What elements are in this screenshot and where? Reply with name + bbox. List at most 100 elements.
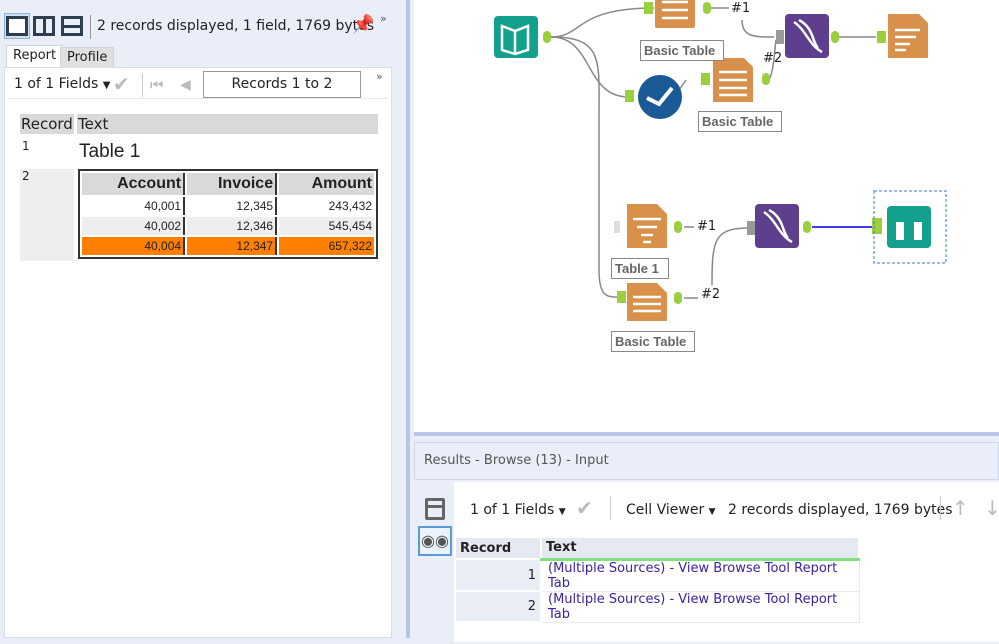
connection-label: #2 xyxy=(763,51,783,66)
multi-input-anchor[interactable] xyxy=(747,221,755,235)
first-record-icon[interactable]: ⏮ xyxy=(150,76,164,94)
connection-label: #1 xyxy=(731,1,751,16)
cell-viewer-label: Cell Viewer xyxy=(626,502,705,518)
divider xyxy=(142,73,143,97)
tab-report[interactable]: Report xyxy=(6,45,64,67)
table-row-highlighted: 40,004 12,347 657,322 xyxy=(82,237,374,255)
cell: 545,454 xyxy=(279,217,374,235)
browse-panel: 2 records displayed, 1 field, 1769 bytes… xyxy=(0,0,392,638)
header-account: Account xyxy=(82,173,186,195)
output-anchor[interactable] xyxy=(674,221,682,233)
single-view-button[interactable] xyxy=(4,13,30,39)
multi-input-anchor[interactable] xyxy=(776,30,784,44)
select-tool[interactable] xyxy=(638,75,682,119)
record-cell: 2 xyxy=(20,169,74,261)
cell-link[interactable]: (Multiple Sources) - View Browse Tool Re… xyxy=(548,592,837,622)
tool-label[interactable]: Basic Table xyxy=(611,331,695,352)
report-table: Account Invoice Amount 40,001 12,345 243… xyxy=(78,169,378,259)
pin-icon[interactable]: 📌 xyxy=(352,14,374,35)
record-number: 1 xyxy=(22,139,30,153)
column-header-text: Text xyxy=(77,114,378,134)
results-fields-selector[interactable]: 1 of 1 Fields ▼ xyxy=(470,502,566,518)
split-horizontal-icon xyxy=(64,25,80,28)
record-number: 1 xyxy=(454,558,542,592)
output-anchor[interactable] xyxy=(543,31,551,43)
table-row: 40,001 12,345 243,432 xyxy=(82,197,374,215)
record-number: 2 xyxy=(22,169,30,183)
cell: 40,001 xyxy=(82,197,186,215)
results-side-toolbar: ◉◉ xyxy=(418,484,452,644)
table-header-row: Account Invoice Amount xyxy=(82,173,374,195)
basic-table-tool[interactable] xyxy=(627,283,667,321)
header-amount: Amount xyxy=(279,173,374,195)
column-header-record[interactable]: Record xyxy=(454,536,542,560)
input-anchor[interactable] xyxy=(877,31,886,43)
divider xyxy=(8,98,388,99)
dropdown-arrow-icon: ▼ xyxy=(708,507,716,517)
fields-selector[interactable]: 1 of 1 Fields ▼ xyxy=(14,76,110,92)
status-text: 2 records displayed, 1 field, 1769 bytes xyxy=(97,18,375,34)
sort-down-icon[interactable]: ↓ xyxy=(984,496,999,520)
cell: 243,432 xyxy=(279,197,374,215)
split-vertical-icon xyxy=(43,19,46,33)
single-pane-icon xyxy=(6,16,28,36)
table-row[interactable]: 2 (Multiple Sources) - View Browse Tool … xyxy=(454,590,860,623)
output-anchor[interactable] xyxy=(803,221,811,233)
apply-check-icon[interactable]: ✔ xyxy=(113,72,130,96)
tool-label[interactable]: Table 1 xyxy=(611,258,669,279)
connection xyxy=(741,19,775,38)
split-horizontal-button[interactable] xyxy=(33,16,55,36)
header-invoice: Invoice xyxy=(187,173,278,195)
output-anchor[interactable] xyxy=(831,31,839,43)
dropdown-arrow-icon: ▼ xyxy=(102,80,111,91)
tool-label[interactable]: Basic Table xyxy=(640,40,724,61)
tab-profile[interactable]: Profile xyxy=(60,47,115,69)
output-anchor[interactable] xyxy=(762,73,770,85)
browse-tool[interactable] xyxy=(887,206,931,248)
records-range: Records 1 to 2 xyxy=(203,71,361,98)
input-anchor[interactable] xyxy=(625,90,634,102)
split-vertical-button[interactable] xyxy=(61,16,83,36)
connection xyxy=(550,7,655,38)
results-title-bar: Results - Browse (13) - Input xyxy=(414,442,999,480)
column-header-record: Record xyxy=(20,114,74,134)
connection-label: #2 xyxy=(701,287,721,302)
cell-link[interactable]: (Multiple Sources) - View Browse Tool Re… xyxy=(548,561,837,591)
connection-label: #1 xyxy=(697,219,717,234)
input-anchor[interactable] xyxy=(644,2,653,14)
fields-selector-label: 1 of 1 Fields xyxy=(470,502,555,518)
table-row[interactable]: 1 (Multiple Sources) - View Browse Tool … xyxy=(454,558,860,592)
workflow-canvas[interactable]: Basic Table Basic Table Table 1 Basic Ta… xyxy=(414,0,999,432)
output-anchor[interactable] xyxy=(703,2,711,14)
input-anchor[interactable] xyxy=(617,291,626,303)
cell: 12,347 xyxy=(187,237,278,255)
apply-check-icon[interactable]: ✔ xyxy=(576,496,593,520)
cell: 40,002 xyxy=(82,217,186,235)
input-anchor[interactable] xyxy=(614,221,620,233)
binoculars-icon[interactable]: ◉◉ xyxy=(418,526,452,556)
input-anchor[interactable] xyxy=(701,73,710,85)
sort-up-icon[interactable]: ↑ xyxy=(952,496,969,520)
previous-record-icon[interactable]: ◀ xyxy=(180,77,191,93)
dropdown-arrow-icon: ▼ xyxy=(558,507,566,517)
overflow-chevron-icon[interactable]: » xyxy=(376,70,383,83)
fields-selector-label: 1 of 1 Fields xyxy=(14,76,99,92)
basic-table-tool[interactable] xyxy=(655,0,695,28)
header-row: Record Text xyxy=(454,536,860,561)
output-anchor[interactable] xyxy=(674,292,682,304)
workflow-connections xyxy=(494,0,947,321)
cell-viewer-dropdown[interactable]: Cell Viewer ▼ xyxy=(626,502,716,518)
panel-splitter[interactable] xyxy=(392,0,410,638)
divider xyxy=(940,496,941,520)
cell: 12,345 xyxy=(187,197,278,215)
connection xyxy=(711,227,750,286)
stacked-rows-icon[interactable] xyxy=(425,498,445,520)
table-row: 40,002 12,346 545,454 xyxy=(82,217,374,235)
results-table: Record Text 1 (Multiple Sources) - View … xyxy=(454,536,860,623)
cell: 40,004 xyxy=(82,237,186,255)
column-header-text[interactable]: Text xyxy=(540,536,860,561)
tool-label[interactable]: Basic Table xyxy=(698,111,782,132)
results-grid-area: 1 of 1 Fields ▼ ✔ Cell Viewer ▼ 2 record… xyxy=(454,482,999,642)
overflow-chevron-icon[interactable]: » xyxy=(380,12,387,25)
results-panel: Results - Browse (13) - Input ◉◉ 1 of 1 … xyxy=(414,432,999,644)
